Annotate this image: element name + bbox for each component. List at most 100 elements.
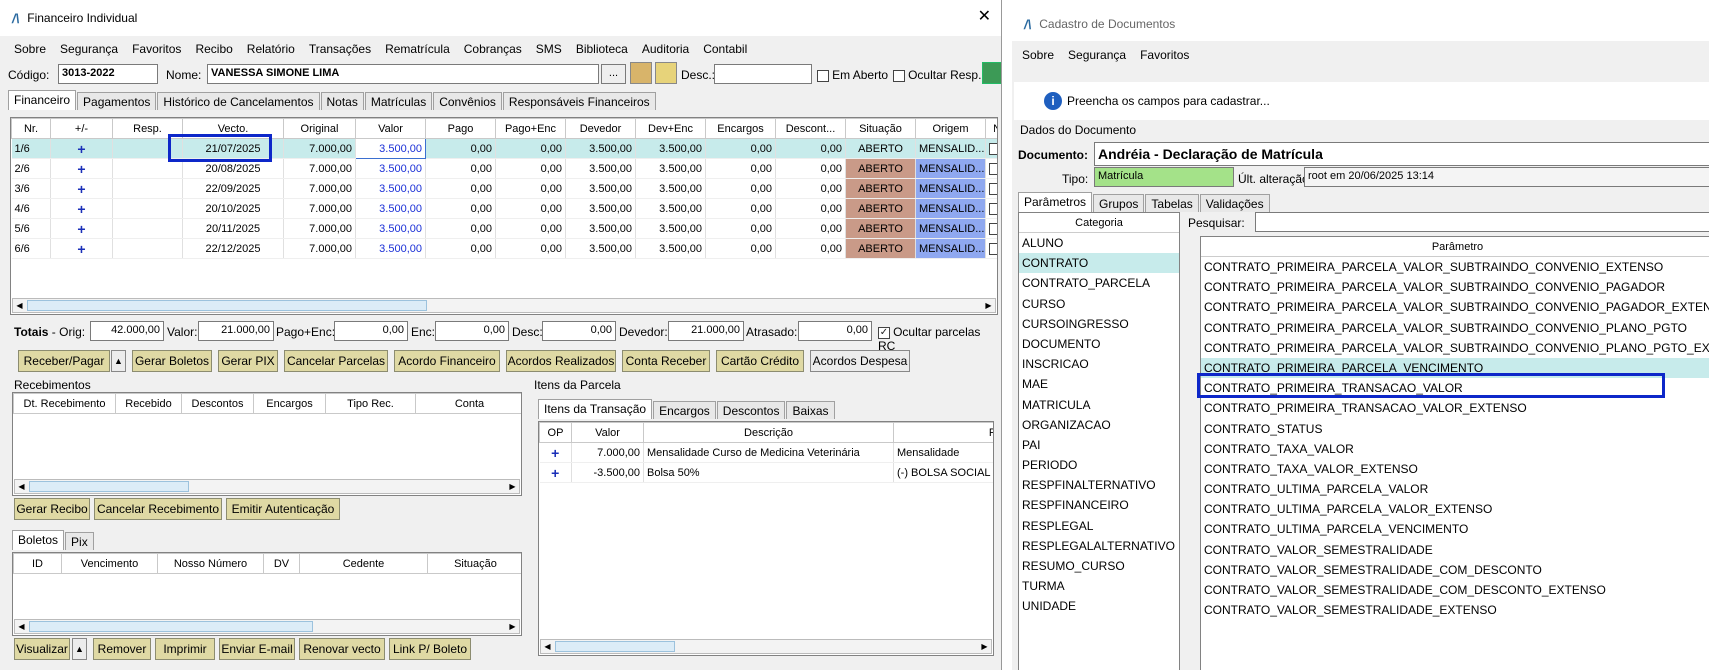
col-vecto[interactable]: Vecto.: [182, 118, 284, 139]
menu-seguranca[interactable]: Segurança: [60, 42, 118, 56]
tab-responsaveis-financeiros[interactable]: Responsáveis Financeiros: [502, 92, 656, 110]
menu-sobre[interactable]: Sobre: [1022, 48, 1054, 62]
col-original[interactable]: Original: [283, 118, 356, 139]
menu-sms[interactable]: SMS: [536, 42, 562, 56]
col-resp[interactable]: Resp.: [112, 118, 183, 139]
ocultar-resp-checkbox[interactable]: [893, 70, 905, 83]
parametro-item[interactable]: CONTRATO_TAXA_VALOR: [1201, 439, 1709, 459]
itens-hscrollbar[interactable]: ◀ ▶: [540, 639, 992, 654]
nome-lookup-button[interactable]: ...: [601, 64, 626, 84]
ocultar-rc-checkbox[interactable]: ✓: [878, 327, 890, 340]
tab-baixas[interactable]: Baixas: [786, 401, 835, 419]
scroll-thumb[interactable]: [555, 641, 675, 652]
col-dv[interactable]: DV: [263, 553, 300, 574]
categoria-item[interactable]: ALUNO: [1019, 233, 1179, 253]
table-row[interactable]: 4/6 +20/10/2025 7.000,00 3.500,00 0,00 0,00 3.…: [11, 198, 997, 219]
categoria-item[interactable]: UNIDADE: [1019, 596, 1179, 616]
table-row[interactable]: 6/6 +22/12/2025 7.000,00 3.500,00 0,00 0,00 3.…: [11, 238, 997, 259]
documento-field[interactable]: Andréia - Declaração de Matrícula: [1094, 142, 1709, 166]
cancelar-parcelas-button[interactable]: Cancelar Parcelas: [284, 350, 388, 372]
col-id[interactable]: ID: [13, 553, 62, 574]
codigo-field[interactable]: 3013-2022: [58, 64, 158, 84]
enviar-email-button[interactable]: Enviar E-mail: [219, 638, 295, 660]
col-dev-enc[interactable]: Dev+Enc: [635, 118, 706, 139]
cell-valor[interactable]: 3.500,00: [355, 138, 426, 159]
parametro-item[interactable]: CONTRATO_VALOR_SEMESTRALIDADE: [1201, 540, 1709, 560]
parametro-item[interactable]: CONTRATO_PRIMEIRA_PARCELA_VALOR_SUBTRAIN…: [1201, 318, 1709, 338]
renovar-vecto-button[interactable]: Renovar vecto: [299, 638, 385, 660]
nf-checkbox[interactable]: [989, 242, 997, 255]
categoria-item[interactable]: CURSOINGRESSO: [1019, 314, 1179, 334]
parcelas-hscrollbar[interactable]: ◀ ▶: [12, 298, 996, 313]
categoria-item[interactable]: CONTRATO: [1019, 253, 1179, 274]
col-nr[interactable]: Nr.: [11, 118, 51, 139]
em-aberto-checkbox[interactable]: [817, 70, 829, 83]
col-vencimento[interactable]: Vencimento: [61, 553, 158, 574]
cartao-credito-button[interactable]: Cartão Crédito: [716, 350, 804, 372]
parametro-item[interactable]: CONTRATO_ULTIMA_PARCELA_VALOR: [1201, 479, 1709, 499]
cell-valor[interactable]: 3.500,00: [355, 238, 426, 259]
menu-sobre[interactable]: Sobre: [14, 42, 46, 56]
tab-descontos[interactable]: Descontos: [716, 401, 786, 419]
categoria-item[interactable]: RESPLEGALALTERNATIVO: [1019, 536, 1179, 556]
scroll-right-icon[interactable]: ▶: [506, 620, 519, 633]
expand-plus-icon[interactable]: +: [50, 238, 113, 259]
col-recebido[interactable]: Recebido: [115, 393, 182, 414]
categoria-item[interactable]: INSCRICAO: [1019, 354, 1179, 374]
menu-rematricula[interactable]: Rematrícula: [385, 42, 450, 56]
tab-notas[interactable]: Notas: [320, 92, 364, 110]
col-situacao[interactable]: Situação: [845, 118, 916, 139]
table-row[interactable]: 2/6 +20/08/2025 7.000,00 3.500,00 0,00 0,00 3.…: [11, 158, 997, 179]
cell-vecto[interactable]: 22/09/2025: [182, 178, 284, 199]
notes-icon[interactable]: [655, 62, 677, 84]
parametro-item[interactable]: CONTRATO_STATUS: [1201, 419, 1709, 439]
cell-nf[interactable]: [985, 138, 997, 159]
tab-itens-transacao[interactable]: Itens da Transação: [538, 399, 653, 419]
menu-recibo[interactable]: Recibo: [195, 42, 232, 56]
menu-auditoria[interactable]: Auditoria: [642, 42, 689, 56]
parametro-item[interactable]: CONTRATO_VALOR_SEMESTRALIDADE_EXTENSO: [1201, 600, 1709, 620]
close-icon[interactable]: ✕: [978, 6, 991, 26]
parametro-item[interactable]: CONTRATO_PRIMEIRA_PARCELA_VENCIMENTO: [1201, 357, 1709, 379]
scroll-thumb[interactable]: [29, 621, 313, 632]
menu-cobrancas[interactable]: Cobranças: [464, 42, 522, 56]
cell-nf[interactable]: [985, 238, 997, 259]
nf-checkbox[interactable]: [989, 142, 997, 155]
col-descricao[interactable]: Descrição: [643, 422, 894, 443]
tab-pagamentos[interactable]: Pagamentos: [77, 92, 157, 110]
cancelar-recebimento-button[interactable]: Cancelar Recebimento: [94, 498, 222, 520]
tab-grupos[interactable]: Grupos: [1093, 194, 1145, 212]
expand-plus-icon[interactable]: +: [50, 178, 113, 199]
parametro-item[interactable]: CONTRATO_PRIMEIRA_TRANSACAO_VALOR: [1201, 378, 1709, 398]
conta-receber-button[interactable]: Conta Receber: [622, 350, 710, 372]
acordos-realizados-button[interactable]: Acordos Realizados: [506, 350, 616, 372]
scroll-right-icon[interactable]: ▶: [506, 480, 519, 493]
scroll-left-icon[interactable]: ◀: [541, 640, 554, 653]
table-row[interactable]: 5/6 +20/11/2025 7.000,00 3.500,00 0,00 0,00 3.…: [11, 218, 997, 239]
tab-validacoes[interactable]: Validações: [1199, 194, 1270, 212]
scroll-left-icon[interactable]: ◀: [15, 620, 28, 633]
cell-nf[interactable]: [985, 198, 997, 219]
nome-field[interactable]: VANESSA SIMONE LIMA: [207, 64, 599, 84]
parametro-item[interactable]: CONTRATO_PRIMEIRA_PARCELA_VALOR_SUBTRAIN…: [1201, 277, 1709, 297]
expand-plus-icon[interactable]: +: [50, 218, 113, 239]
col-cedente[interactable]: Cedente: [299, 553, 428, 574]
col-plano[interactable]: Plano: [893, 422, 993, 443]
col-op[interactable]: OP: [539, 422, 572, 443]
visualizar-button[interactable]: Visualizar: [14, 638, 70, 660]
parametro-item[interactable]: CONTRATO_ULTIMA_PARCELA_VENCIMENTO: [1201, 519, 1709, 539]
recebimentos-hscrollbar[interactable]: ◀ ▶: [14, 479, 520, 494]
col-conta[interactable]: Conta: [415, 393, 521, 414]
tab-matriculas[interactable]: Matrículas: [364, 92, 433, 110]
link-boleto-button[interactable]: Link P/ Boleto: [389, 638, 471, 660]
categoria-item[interactable]: TURMA: [1019, 576, 1179, 596]
menu-transacoes[interactable]: Transações: [309, 42, 371, 56]
cell-vecto[interactable]: 20/11/2025: [182, 218, 284, 239]
expand-plus-icon[interactable]: +: [50, 198, 113, 219]
gerar-pix-button[interactable]: Gerar PIX: [218, 350, 278, 372]
remover-button[interactable]: Remover: [93, 638, 151, 660]
categoria-item[interactable]: MATRICULA: [1019, 395, 1179, 415]
cell-valor[interactable]: 3.500,00: [355, 178, 426, 199]
col-nosso-numero[interactable]: Nosso Número: [157, 553, 264, 574]
student-photo-icon[interactable]: [630, 62, 652, 84]
